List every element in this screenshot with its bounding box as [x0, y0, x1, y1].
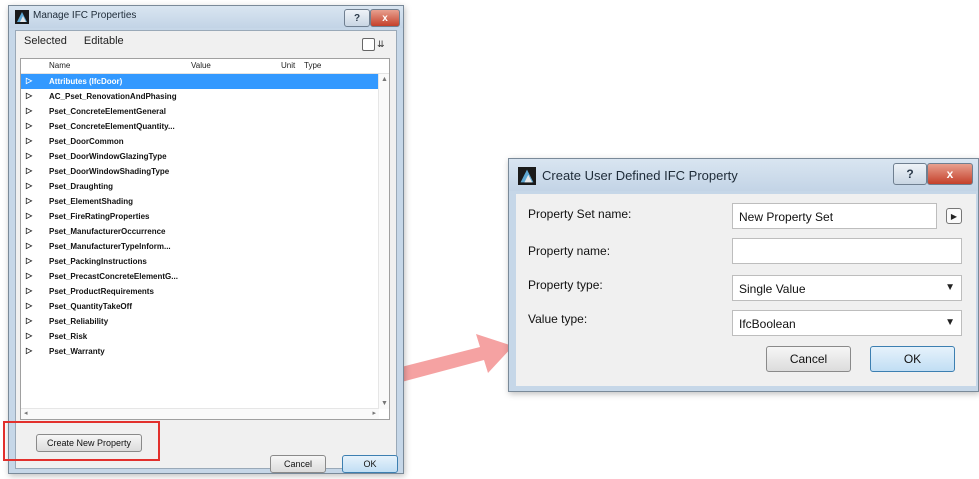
scroll-left-icon[interactable]: ◂: [24, 409, 28, 417]
expand-triangle-icon[interactable]: ▷: [26, 91, 32, 100]
dropdown-caret-icon: ▼: [945, 317, 955, 328]
property-tree: Name Value Unit Type ▷ Attributes (IfcDoo…: [20, 58, 390, 420]
tree-row[interactable]: ▷ Pset_Reliability: [21, 314, 379, 329]
expand-triangle-icon[interactable]: ▷: [26, 256, 32, 265]
property-type-value: Single Value: [739, 282, 806, 296]
tree-row[interactable]: ▷ Pset_ProductRequirements: [21, 284, 379, 299]
column-value[interactable]: Value: [191, 61, 211, 70]
expand-triangle-icon[interactable]: ▷: [26, 196, 32, 205]
filter-editable[interactable]: Editable: [84, 35, 124, 47]
expand-triangle-icon[interactable]: ▷: [26, 166, 32, 175]
property-name-input[interactable]: [732, 238, 962, 264]
cancel-button[interactable]: Cancel: [270, 455, 326, 473]
horizontal-scrollbar[interactable]: ◂ ▸: [21, 408, 379, 419]
tree-row[interactable]: ▷ Pset_Warranty: [21, 344, 379, 359]
tree-row[interactable]: ▷ Pset_DoorCommon: [21, 134, 379, 149]
expand-triangle-icon[interactable]: ▷: [26, 271, 32, 280]
tree-row[interactable]: ▷ Pset_ConcreteElementQuantity...: [21, 119, 379, 134]
column-header: Name Value Unit Type: [21, 59, 389, 74]
property-set-name-label: Property Set name:: [528, 207, 632, 221]
value-type-value: IfcBoolean: [739, 317, 796, 331]
tree-row[interactable]: ▷ AC_Pset_RenovationAndPhasing: [21, 89, 379, 104]
dropdown-caret-icon: ▼: [945, 282, 955, 293]
titlebar: Create User Defined IFC Property ? x: [509, 159, 978, 191]
view-options-icon[interactable]: ⇊: [362, 36, 390, 52]
window-title: Create User Defined IFC Property: [542, 168, 738, 183]
expand-triangle-icon[interactable]: ▷: [26, 346, 32, 355]
tree-row[interactable]: ▷ Attributes (IfcDoor): [21, 74, 379, 89]
expand-triangle-icon[interactable]: ▷: [26, 316, 32, 325]
window-title: Manage IFC Properties: [33, 10, 137, 21]
value-type-dropdown[interactable]: IfcBoolean ▼: [732, 310, 962, 336]
vertical-scrollbar[interactable]: ▲ ▼: [378, 74, 389, 409]
cancel-button[interactable]: Cancel: [766, 346, 851, 372]
property-type-dropdown[interactable]: Single Value ▼: [732, 275, 962, 301]
app-icon: [15, 10, 29, 24]
tree-row[interactable]: ▷ Pset_Draughting: [21, 179, 379, 194]
ok-button[interactable]: OK: [342, 455, 398, 473]
expand-triangle-icon[interactable]: ▷: [26, 136, 32, 145]
expand-triangle-icon[interactable]: ▷: [26, 331, 32, 340]
scroll-up-icon[interactable]: ▲: [381, 76, 388, 83]
tree-row[interactable]: ▷ Pset_ManufacturerOccurrence: [21, 224, 379, 239]
expand-triangle-icon[interactable]: ▷: [26, 106, 32, 115]
titlebar: Manage IFC Properties ? x: [9, 6, 403, 28]
property-set-name-input[interactable]: New Property Set: [732, 203, 937, 229]
ok-button[interactable]: OK: [870, 346, 955, 372]
expand-triangle-icon[interactable]: ▷: [26, 286, 32, 295]
help-icon[interactable]: ?: [893, 163, 927, 185]
help-icon[interactable]: ?: [344, 9, 370, 27]
tree-row[interactable]: ▷ Pset_PackingInstructions: [21, 254, 379, 269]
filter-bar: Selected Editable: [24, 35, 138, 47]
column-type[interactable]: Type: [304, 61, 321, 70]
property-rows: ▷ Attributes (IfcDoor) ▷ AC_Pset_Renovatio…: [21, 74, 379, 359]
manage-ifc-properties-window: Manage IFC Properties ? x Selected Edita…: [8, 5, 404, 474]
tree-row[interactable]: ▷ Pset_FireRatingProperties: [21, 209, 379, 224]
expand-triangle-icon[interactable]: ▷: [26, 241, 32, 250]
column-unit[interactable]: Unit: [281, 61, 295, 70]
column-name[interactable]: Name: [49, 61, 70, 70]
close-icon[interactable]: x: [927, 163, 973, 185]
expand-triangle-icon[interactable]: ▷: [26, 181, 32, 190]
expand-triangle-icon[interactable]: ▷: [26, 226, 32, 235]
expand-triangle-icon[interactable]: ▷: [26, 301, 32, 310]
expand-triangle-icon[interactable]: ▷: [26, 121, 32, 130]
close-icon[interactable]: x: [370, 9, 400, 27]
tree-row[interactable]: ▷ Pset_ManufacturerTypeInform...: [21, 239, 379, 254]
create-dialog-body: Property Set name: New Property Set ▶ Pr…: [516, 194, 976, 386]
set-picker-arrow-icon[interactable]: ▶: [946, 208, 962, 224]
tree-row[interactable]: ▷ Pset_PrecastConcreteElementG...: [21, 269, 379, 284]
expand-triangle-icon[interactable]: ▷: [26, 76, 32, 85]
tree-row[interactable]: ▷ Pset_QuantityTakeOff: [21, 299, 379, 314]
create-user-defined-ifc-property-window: Create User Defined IFC Property ? x Pro…: [508, 158, 979, 392]
manage-dialog-body: Selected Editable ⇊ Name Value Unit Type…: [15, 30, 398, 473]
scroll-down-icon[interactable]: ▼: [381, 400, 388, 407]
expand-triangle-icon[interactable]: ▷: [26, 151, 32, 160]
scroll-right-icon[interactable]: ▸: [372, 409, 376, 417]
property-name-label: Property name:: [528, 244, 611, 258]
filter-selected[interactable]: Selected: [24, 35, 67, 47]
tree-row[interactable]: ▷ Pset_ElementShading: [21, 194, 379, 209]
expand-triangle-icon[interactable]: ▷: [26, 211, 32, 220]
app-icon: [518, 167, 536, 185]
property-set-name-value: New Property Set: [739, 210, 834, 224]
value-type-label: Value type:: [528, 312, 588, 326]
tree-row[interactable]: ▷ Pset_DoorWindowGlazingType: [21, 149, 379, 164]
tree-row[interactable]: ▷ Pset_DoorWindowShadingType: [21, 164, 379, 179]
property-type-label: Property type:: [528, 278, 603, 292]
highlight-box: [3, 421, 160, 461]
tree-row[interactable]: ▷ Pset_Risk: [21, 329, 379, 344]
tree-row[interactable]: ▷ Pset_ConcreteElementGeneral: [21, 104, 379, 119]
